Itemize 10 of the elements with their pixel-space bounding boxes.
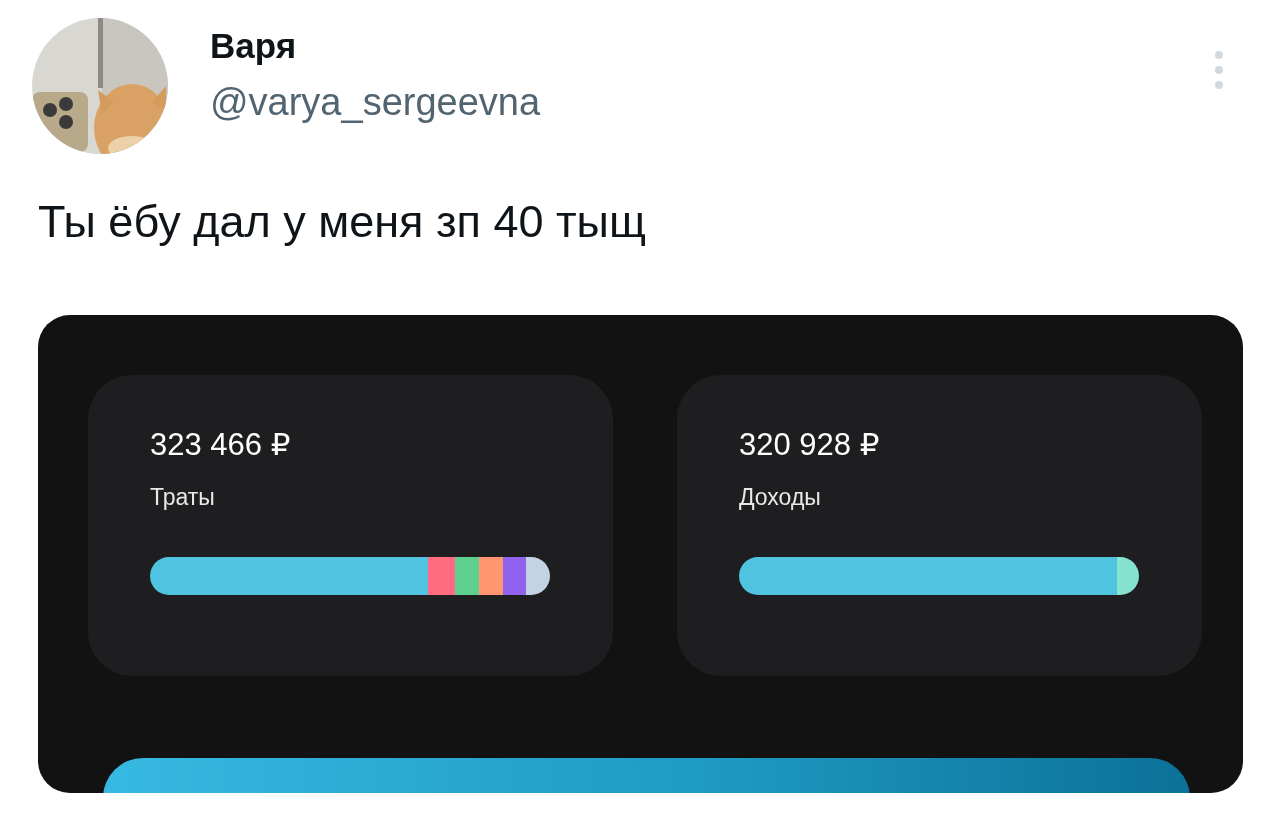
amount: 323 466 ₽ (150, 427, 291, 463)
more-icon[interactable] (1214, 50, 1224, 90)
summary-card[interactable]: 320 928 ₽ Доходы (677, 375, 1202, 676)
amount: 320 928 ₽ (739, 427, 880, 463)
author-handle[interactable]: @varya_sergeevna (210, 80, 541, 124)
card-label: Траты (150, 483, 215, 511)
author-name[interactable]: Варя (210, 26, 541, 66)
summary-card[interactable]: 323 466 ₽ Траты (88, 375, 613, 676)
tweet-text: Ты ёбу дал у меня зп 40 тыщ (38, 195, 646, 249)
card-label: Доходы (739, 483, 821, 511)
